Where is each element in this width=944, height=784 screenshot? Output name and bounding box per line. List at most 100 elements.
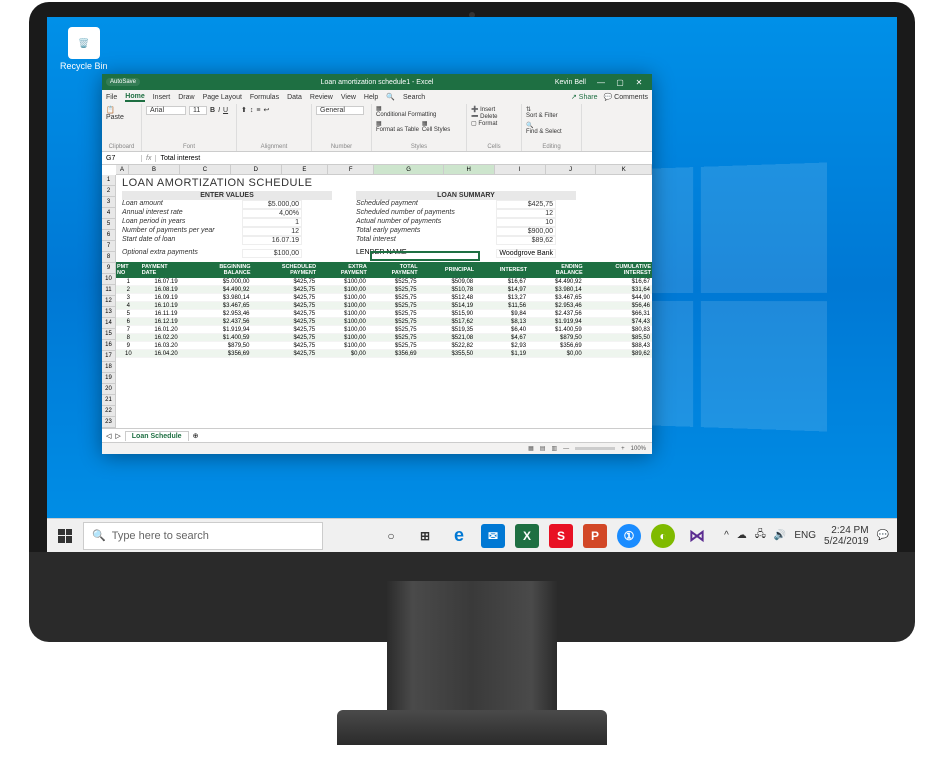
tab-review[interactable]: Review: [310, 94, 333, 101]
view-normal-icon[interactable]: ▦: [528, 445, 534, 452]
spreadsheet-cells[interactable]: LOAN AMORTIZATION SCHEDULE ENTER VALUES …: [116, 175, 652, 428]
close-button[interactable]: ✕: [630, 78, 648, 87]
add-sheet-button[interactable]: ⊕: [193, 432, 199, 440]
security-icon[interactable]: S: [549, 524, 573, 548]
next-sheet-icon[interactable]: ▷: [115, 432, 120, 440]
tab-draw[interactable]: Draw: [178, 94, 194, 101]
excel-icon[interactable]: X: [515, 524, 539, 548]
row-headers[interactable]: 1234567891011121314151617181920212223: [102, 175, 116, 428]
ribbon-search[interactable]: Search: [403, 94, 425, 101]
input-value[interactable]: 16.07.19: [242, 236, 302, 245]
tab-data[interactable]: Data: [287, 94, 302, 101]
optional-extra-value[interactable]: $100,00: [242, 249, 302, 258]
table-row[interactable]: 516.11.19$2.953,46$425,75$100,00$525,75$…: [116, 310, 652, 318]
comments-button[interactable]: 💬 Comments: [603, 93, 648, 101]
tab-file[interactable]: File: [106, 94, 117, 101]
mail-icon[interactable]: ✉: [481, 524, 505, 548]
volume-icon[interactable]: 🔊: [774, 530, 786, 541]
maximize-button[interactable]: ▢: [611, 78, 629, 87]
align-middle-icon[interactable]: ↕: [250, 107, 254, 114]
tab-page-layout[interactable]: Page Layout: [203, 94, 242, 101]
table-row[interactable]: 416.10.19$3.467,65$425,75$100,00$525,75$…: [116, 302, 652, 310]
edge-icon[interactable]: e: [447, 524, 471, 548]
table-header[interactable]: EXTRAPAYMENT: [317, 262, 368, 278]
table-row[interactable]: 1016.04.20$356,69$425,75$0,00$356,69$355…: [116, 350, 652, 358]
zoom-in-button[interactable]: +: [621, 446, 625, 452]
table-header[interactable]: BEGINNINGBALANCE: [191, 262, 251, 278]
sheet-tab-loan-schedule[interactable]: Loan Schedule: [125, 431, 189, 441]
language-indicator[interactable]: ENG: [794, 530, 816, 541]
1password-icon[interactable]: ①: [617, 524, 641, 548]
lender-name[interactable]: Woodgrove Bank: [496, 249, 556, 258]
excel-titlebar[interactable]: AutoSave Loan amortization schedule1 - E…: [102, 74, 652, 90]
table-header[interactable]: INTEREST: [475, 262, 528, 278]
align-top-icon[interactable]: ⬆: [241, 106, 247, 114]
onedrive-icon[interactable]: ☁: [737, 530, 747, 541]
bold-button[interactable]: B: [210, 107, 215, 114]
format-cells-button[interactable]: ▢ Format: [471, 120, 497, 127]
task-view-icon[interactable]: ⊞: [413, 524, 437, 548]
cell-styles-button[interactable]: ▦Cell Styles: [422, 121, 450, 133]
align-left-icon[interactable]: ≡: [256, 107, 260, 114]
column-headers[interactable]: ABCDEFGHIJK: [116, 165, 652, 175]
tab-home[interactable]: Home: [125, 93, 144, 102]
input-value[interactable]: 4,00%: [242, 209, 302, 218]
view-break-icon[interactable]: ▥: [551, 445, 557, 452]
amortization-table[interactable]: PMTNOPAYMENTDATEBEGINNINGBALANCESCHEDULE…: [116, 262, 652, 358]
cortana-icon[interactable]: ○: [379, 524, 403, 548]
tab-view[interactable]: View: [341, 94, 356, 101]
paste-button[interactable]: 📋Paste: [106, 106, 124, 121]
table-header[interactable]: CUMULATIVEINTEREST: [584, 262, 652, 278]
notifications-icon[interactable]: 💬: [877, 530, 889, 541]
view-page-icon[interactable]: ▤: [540, 445, 546, 452]
table-row[interactable]: 816.02.20$1.400,59$425,75$100,00$525,75$…: [116, 334, 652, 342]
tab-help[interactable]: Help: [364, 94, 378, 101]
prev-sheet-icon[interactable]: ◁: [106, 432, 111, 440]
zoom-level[interactable]: 100%: [631, 446, 646, 452]
table-row[interactable]: 216.08.19$4.490,92$425,75$100,00$525,75$…: [116, 286, 652, 294]
underline-button[interactable]: U: [223, 107, 228, 114]
italic-button[interactable]: I: [218, 107, 220, 114]
input-value[interactable]: $5.000,00: [242, 200, 302, 209]
table-header[interactable]: PAYMENTDATE: [141, 262, 192, 278]
user-name[interactable]: Kevin Bell: [555, 79, 586, 86]
zoom-slider[interactable]: [575, 447, 615, 450]
font-size-select[interactable]: 11: [189, 106, 207, 115]
tab-insert[interactable]: Insert: [153, 94, 171, 101]
table-row[interactable]: 716.01.20$1.919,94$425,75$100,00$525,75$…: [116, 326, 652, 334]
table-row[interactable]: 916.03.20$879,50$425,75$100,00$525,75$52…: [116, 342, 652, 350]
zoom-out-button[interactable]: —: [563, 446, 569, 452]
input-value[interactable]: 12: [242, 227, 302, 236]
fx-icon[interactable]: fx: [142, 155, 156, 162]
table-header[interactable]: ENDINGBALANCE: [528, 262, 584, 278]
minimize-button[interactable]: —: [592, 78, 610, 87]
table-row[interactable]: 316.09.19$3.980,14$425,75$100,00$525,75$…: [116, 294, 652, 302]
clock[interactable]: 2:24 PM 5/24/2019: [824, 525, 869, 547]
autosave-toggle[interactable]: AutoSave: [106, 78, 140, 86]
wrap-text-icon[interactable]: ↩: [263, 106, 269, 114]
powerpoint-icon[interactable]: P: [583, 524, 607, 548]
insert-cells-button[interactable]: ➕ Insert: [471, 106, 495, 113]
taskbar-search[interactable]: 🔍 Type here to search: [83, 522, 323, 550]
table-header[interactable]: TOTALPAYMENT: [368, 262, 419, 278]
tray-expand-icon[interactable]: ^: [724, 530, 729, 541]
table-row[interactable]: 616.12.19$2.437,56$425,75$100,00$525,75$…: [116, 318, 652, 326]
table-row[interactable]: 116.07.19$5.000,00$425,75$100,00$525,75$…: [116, 278, 652, 286]
sort-filter-button[interactable]: ⇅Sort & Filter: [526, 106, 558, 119]
start-button[interactable]: [47, 519, 83, 552]
share-button[interactable]: ↗ Share: [571, 93, 598, 101]
formula-input[interactable]: Total interest: [156, 155, 652, 162]
table-header[interactable]: PRINCIPAL: [419, 262, 476, 278]
table-header[interactable]: PMTNO: [116, 262, 141, 278]
find-select-button[interactable]: 🔍Find & Select: [526, 122, 562, 135]
app-icon[interactable]: ◐: [651, 524, 675, 548]
table-header[interactable]: SCHEDULEDPAYMENT: [252, 262, 318, 278]
system-tray[interactable]: ^ ☁ 🖧 🔊 ENG 2:24 PM 5/24/2019 💬: [716, 525, 897, 547]
delete-cells-button[interactable]: ➖ Delete: [471, 113, 497, 120]
visualstudio-icon[interactable]: ⋈: [685, 524, 709, 548]
recycle-bin-icon[interactable]: 🗑️ Recycle Bin: [60, 27, 108, 71]
number-format-select[interactable]: General: [316, 106, 364, 115]
network-icon[interactable]: 🖧: [755, 527, 766, 544]
tab-formulas[interactable]: Formulas: [250, 94, 279, 101]
input-value[interactable]: 1: [242, 218, 302, 227]
